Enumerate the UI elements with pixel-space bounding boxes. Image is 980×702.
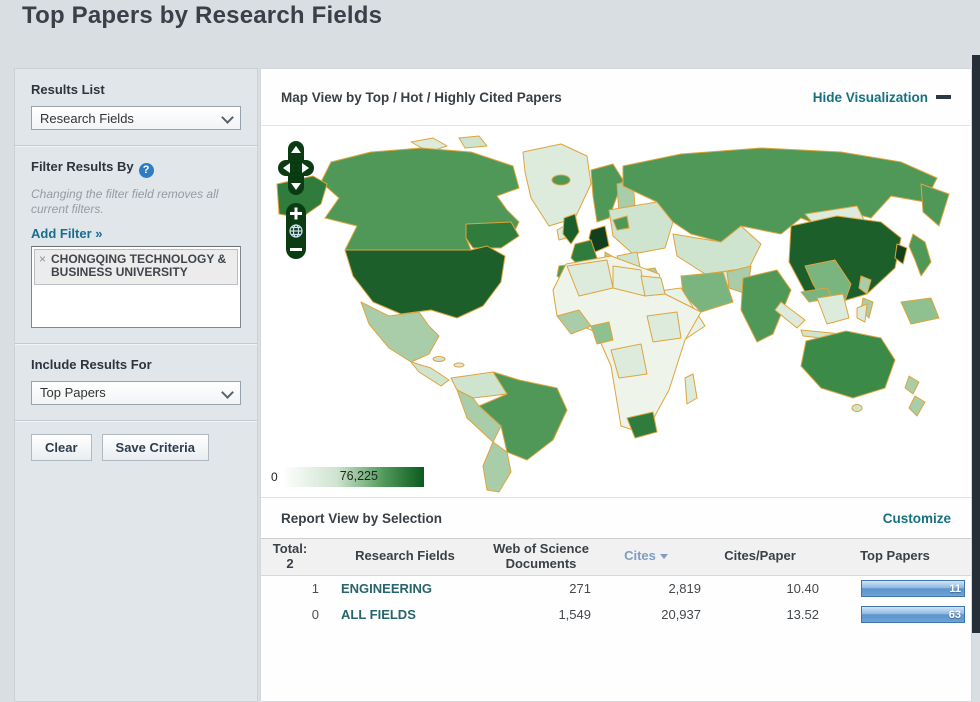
cell-top-papers: 11 <box>819 580 971 598</box>
add-filter-link[interactable]: Add Filter » <box>31 226 241 241</box>
zoom-out-icon <box>290 248 302 251</box>
filter-chip-label: CHONGQING TECHNOLOGY & BUSINESS UNIVERSI… <box>51 251 227 280</box>
report-table-header: Total: 2 Research Fields Web of Science … <box>261 538 971 576</box>
cell-cites: 20,937 <box>661 607 701 623</box>
results-list-value: Research Fields <box>40 110 134 126</box>
region-oceania[interactable] <box>800 330 926 417</box>
map-pan-control[interactable] <box>278 141 314 195</box>
results-list-select[interactable]: Research Fields <box>31 106 241 130</box>
field-link[interactable]: ALL FIELDS <box>319 607 491 622</box>
page-title: Top Papers by Research Fields <box>22 2 383 29</box>
map-area: 0 76,225 <box>261 126 971 497</box>
chevron-down-icon <box>221 385 234 399</box>
legend-max: 76,225 <box>339 469 378 483</box>
region-russia-central-asia[interactable] <box>622 147 950 289</box>
map-zoom-control[interactable] <box>286 203 306 259</box>
report-view-title: Report View by Selection <box>281 510 443 526</box>
column-top-papers: Top Papers <box>860 548 930 564</box>
world-map[interactable] <box>261 126 971 497</box>
cell-top-papers: 63 <box>819 606 971 624</box>
include-results-value: Top Papers <box>40 385 106 400</box>
include-results-select[interactable]: Top Papers <box>31 380 241 405</box>
cell-cites-per-paper: 10.40 <box>786 581 819 597</box>
customize-link[interactable]: Customize <box>883 511 951 526</box>
legend-gradient-bar: 76,225 <box>283 467 424 487</box>
remove-filter-icon[interactable]: × <box>39 252 46 281</box>
save-criteria-button[interactable]: Save Criteria <box>101 433 210 461</box>
results-list-section: Results List Research Fields <box>15 69 257 145</box>
report-view-header: Report View by Selection Customize <box>261 497 971 538</box>
region-south-america[interactable] <box>450 371 568 493</box>
filter-label: Filter Results By? <box>31 159 241 178</box>
hide-visualization-icon <box>936 95 951 99</box>
column-cites-per-paper: Cites/Paper <box>724 548 796 564</box>
filter-chip[interactable]: × CHONGQING TECHNOLOGY & BUSINESS UNIVER… <box>34 248 238 286</box>
sidebar-actions: Clear Save Criteria <box>15 419 257 476</box>
map-view-header: Map View by Top / Hot / Highly Cited Pap… <box>261 69 971 126</box>
cell-docs: 271 <box>569 581 591 597</box>
top-papers-bar: 11 <box>861 580 965 598</box>
cell-docs: 1,549 <box>558 607 591 623</box>
map-view-title: Map View by Top / Hot / Highly Cited Pap… <box>281 89 562 105</box>
filter-section: Filter Results By? Changing the filter f… <box>15 145 257 343</box>
table-row: 0 ALL FIELDS 1,549 20,937 13.52 63 <box>261 602 971 628</box>
page: Top Papers by Research Fields Results Li… <box>0 0 980 702</box>
total-header: Total: 2 <box>272 541 308 571</box>
results-list-label: Results List <box>31 82 105 97</box>
legend-min: 0 <box>271 470 278 484</box>
cell-cites-per-paper: 13.52 <box>786 607 819 623</box>
field-link[interactable]: ENGINEERING <box>319 581 491 596</box>
map-legend: 0 76,225 <box>271 467 424 487</box>
column-research-fields: Research Fields <box>355 548 455 564</box>
region-africa[interactable] <box>552 255 702 439</box>
clear-button[interactable]: Clear <box>31 433 92 461</box>
main-panel: Map View by Top / Hot / Highly Cited Pap… <box>260 68 972 702</box>
top-papers-bar: 63 <box>861 606 965 624</box>
chevron-down-icon <box>221 111 234 124</box>
region-north-america[interactable] <box>276 135 592 387</box>
sort-caret-icon <box>659 554 668 560</box>
include-results-label: Include Results For <box>31 356 152 372</box>
cell-rank: 1 <box>311 581 319 597</box>
column-wos-documents: Web of Science Documents <box>493 541 589 571</box>
filter-note: Changing the filter field removes all cu… <box>31 186 219 216</box>
include-results-section: Include Results For Top Papers <box>15 342 257 420</box>
cell-cites: 2,819 <box>668 581 701 597</box>
window-edge-scrollbar[interactable] <box>972 55 980 633</box>
filter-listbox[interactable]: × CHONGQING TECHNOLOGY & BUSINESS UNIVER… <box>31 245 241 328</box>
sidebar: Results List Research Fields Filter Resu… <box>14 68 258 702</box>
map-controls <box>276 141 316 259</box>
help-icon[interactable]: ? <box>138 162 154 178</box>
column-cites-sort[interactable]: Cites <box>591 549 701 564</box>
cell-rank: 0 <box>311 607 319 623</box>
table-row: 1 ENGINEERING 271 2,819 10.40 11 <box>261 576 971 602</box>
hide-visualization-link[interactable]: Hide Visualization <box>813 90 951 105</box>
